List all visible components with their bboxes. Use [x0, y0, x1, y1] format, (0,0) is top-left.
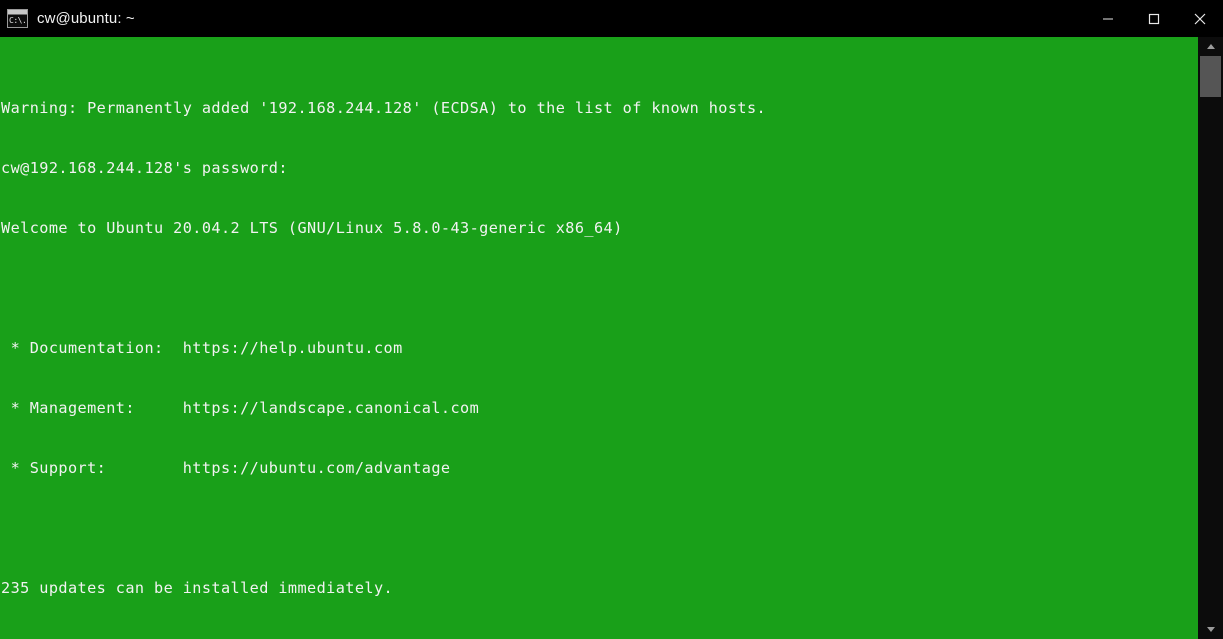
scrollbar[interactable]: [1198, 37, 1223, 639]
terminal-line: Welcome to Ubuntu 20.04.2 LTS (GNU/Linux…: [1, 219, 623, 237]
terminal-line: * Support: https://ubuntu.com/advantage: [1, 459, 451, 477]
title-bar-left: C:\. cw@ubuntu: ~: [0, 9, 135, 28]
terminal-line: Warning: Permanently added '192.168.244.…: [1, 99, 767, 117]
terminal-window: C:\. cw@ubuntu: ~ Warning: Permanently a…: [0, 0, 1223, 639]
terminal-line: * Management: https://landscape.canonica…: [1, 399, 480, 417]
close-button[interactable]: [1177, 0, 1223, 37]
terminal-screen[interactable]: Warning: Permanently added '192.168.244.…: [0, 37, 1198, 639]
scroll-up-arrow-icon[interactable]: [1198, 37, 1223, 56]
window-controls: [1085, 0, 1223, 37]
terminal-line: cw@192.168.244.128's password:: [1, 159, 288, 177]
scrollbar-thumb[interactable]: [1200, 56, 1221, 97]
window-title: cw@ubuntu: ~: [37, 10, 135, 27]
terminal-area: Warning: Permanently added '192.168.244.…: [0, 37, 1223, 639]
scrollbar-track[interactable]: [1198, 56, 1223, 620]
minimize-button[interactable]: [1085, 0, 1131, 37]
maximize-button[interactable]: [1131, 0, 1177, 37]
command-prompt-icon: C:\.: [7, 9, 28, 28]
title-bar[interactable]: C:\. cw@ubuntu: ~: [0, 0, 1223, 37]
terminal-line: 235 updates can be installed immediately…: [1, 579, 394, 597]
terminal-line: * Documentation: https://help.ubuntu.com: [1, 339, 403, 357]
scroll-down-arrow-icon[interactable]: [1198, 620, 1223, 639]
icon-prompt-glyph: C:\.: [9, 16, 27, 25]
